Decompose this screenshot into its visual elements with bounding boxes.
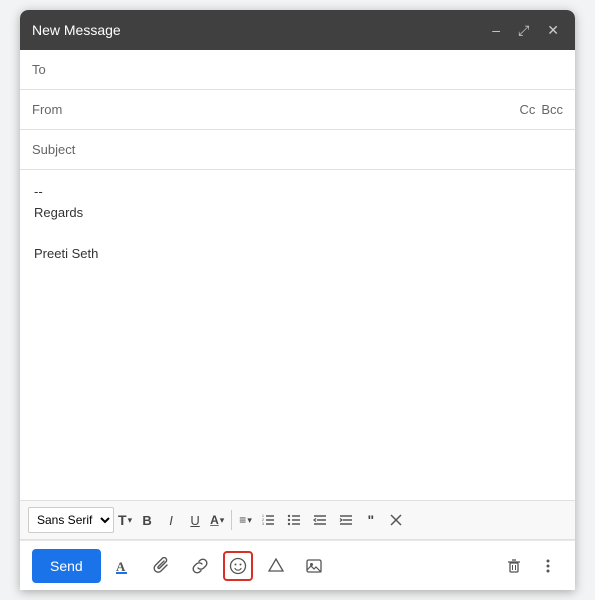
- more-options-button[interactable]: [533, 551, 563, 581]
- cc-bcc-controls: Cc Bcc: [519, 102, 563, 117]
- indent-less-button[interactable]: [308, 507, 332, 533]
- compose-window: New Message – ⤢ ✕ To From Cc Bcc Subject: [20, 10, 575, 590]
- align-dropdown[interactable]: ≡ ▾: [237, 510, 254, 530]
- font-family-select[interactable]: Sans Serif: [28, 507, 114, 533]
- font-color-chevron: ▾: [220, 515, 225, 526]
- indent-more-button[interactable]: [334, 507, 358, 533]
- blockquote-button[interactable]: ": [360, 507, 382, 533]
- remove-format-icon: [389, 513, 403, 527]
- send-button[interactable]: Send: [32, 549, 101, 583]
- emoji-button[interactable]: [223, 551, 253, 581]
- delete-button[interactable]: [499, 551, 529, 581]
- indent-less-icon: [313, 513, 327, 527]
- formatting-toolbar: Sans Serif T ▾ B I U A ▾ ≡ ▾ 123 ": [20, 500, 575, 540]
- from-label: From: [32, 102, 82, 117]
- unordered-list-button[interactable]: [282, 507, 306, 533]
- to-input[interactable]: [82, 54, 563, 85]
- unordered-list-icon: [287, 513, 301, 527]
- action-bar-right: [499, 551, 563, 581]
- from-input[interactable]: [82, 94, 519, 125]
- window-title: New Message: [32, 22, 121, 38]
- from-row: From Cc Bcc: [20, 90, 575, 130]
- close-button[interactable]: ✕: [543, 21, 563, 39]
- format-text-icon: A: [115, 557, 133, 575]
- signature-dashes: --: [34, 182, 561, 203]
- title-bar: New Message – ⤢ ✕: [20, 10, 575, 50]
- font-color-dropdown[interactable]: A ▾: [208, 510, 226, 530]
- align-chevron: ▾: [247, 515, 252, 526]
- drive-icon: [267, 557, 285, 575]
- photos-button[interactable]: [299, 551, 329, 581]
- subject-row: Subject: [20, 130, 575, 170]
- underline-button[interactable]: U: [184, 507, 206, 533]
- bcc-button[interactable]: Bcc: [541, 102, 563, 117]
- remove-formatting-button[interactable]: [384, 507, 408, 533]
- trash-icon: [505, 557, 523, 575]
- emoji-icon: [229, 557, 247, 575]
- more-vert-icon: [539, 557, 557, 575]
- insert-link-button[interactable]: [185, 551, 215, 581]
- bold-button[interactable]: B: [136, 507, 158, 533]
- maximize-button[interactable]: ⤢: [514, 21, 533, 39]
- attach-icon: [153, 557, 171, 575]
- link-icon: [191, 557, 209, 575]
- action-bar: Send A: [20, 540, 575, 590]
- to-row: To: [20, 50, 575, 90]
- ordered-list-icon: 123: [261, 513, 275, 527]
- regards-text: Regards: [34, 203, 561, 224]
- cc-button[interactable]: Cc: [519, 102, 535, 117]
- subject-label: Subject: [32, 142, 82, 157]
- to-label: To: [32, 62, 82, 77]
- align-icon: ≡: [239, 513, 246, 527]
- ordered-list-button[interactable]: 123: [256, 507, 280, 533]
- photos-icon: [305, 557, 323, 575]
- body-area[interactable]: -- Regards Preeti Seth: [20, 170, 575, 500]
- attach-file-button[interactable]: [147, 551, 177, 581]
- toolbar-separator-1: [231, 510, 232, 530]
- minimize-button[interactable]: –: [488, 21, 504, 39]
- svg-text:A: A: [116, 559, 126, 574]
- sender-name: Preeti Seth: [34, 244, 561, 265]
- header-fields: To From Cc Bcc Subject: [20, 50, 575, 170]
- italic-button[interactable]: I: [160, 507, 182, 533]
- font-color-label: A: [210, 513, 219, 527]
- font-size-icon: T: [118, 512, 127, 528]
- format-text-button[interactable]: A: [109, 551, 139, 581]
- subject-input[interactable]: [82, 134, 563, 165]
- font-size-chevron: ▾: [128, 515, 133, 526]
- drive-button[interactable]: [261, 551, 291, 581]
- signature-block: -- Regards Preeti Seth: [34, 182, 561, 265]
- indent-more-icon: [339, 513, 353, 527]
- svg-text:3: 3: [262, 522, 264, 526]
- font-size-dropdown[interactable]: T ▾: [116, 509, 134, 531]
- title-bar-controls: – ⤢ ✕: [488, 21, 563, 39]
